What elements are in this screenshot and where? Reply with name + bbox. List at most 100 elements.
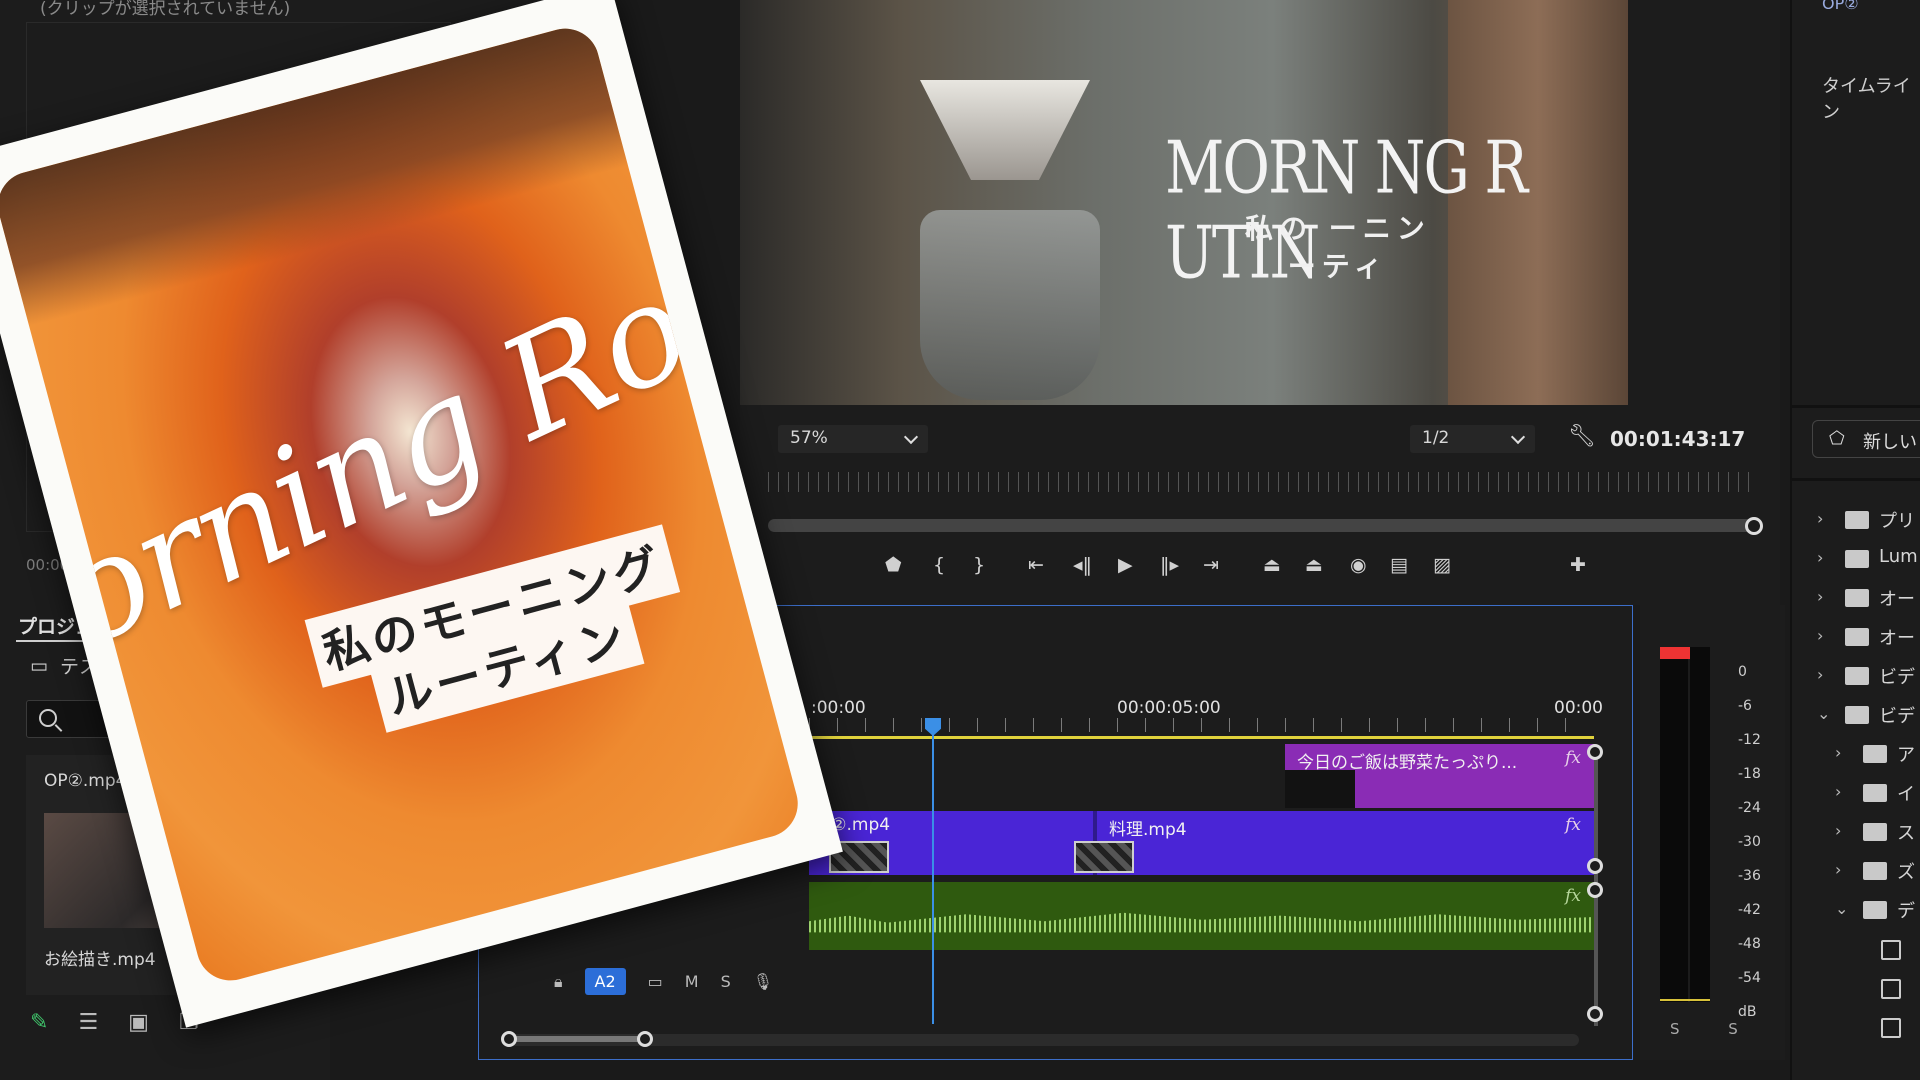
folder-icon [1863, 823, 1887, 841]
go-to-out-icon[interactable]: ⇥ [1203, 554, 1219, 576]
zoom-level-select[interactable]: 57% [778, 425, 928, 453]
timeline-ruler[interactable] [809, 718, 1569, 732]
meter-scale-label: -30 [1738, 834, 1761, 850]
zoom-handle-left[interactable] [501, 1031, 517, 1047]
chevron-icon[interactable]: ⌄ [1835, 899, 1848, 918]
new-item-button[interactable]: ⬠ 新しい [1812, 420, 1920, 458]
video-title-line: 私の ーニン [1245, 212, 1431, 245]
track-target-a2[interactable]: A2 [584, 968, 626, 995]
folder-label: オー [1879, 589, 1915, 610]
step-back-icon[interactable]: ◂‖ [1073, 554, 1092, 576]
chevron-icon[interactable]: › [1835, 860, 1841, 879]
peak-indicator [1660, 647, 1690, 659]
scroll-handle[interactable] [1587, 1006, 1603, 1022]
timeline-clip-v2[interactable]: P②.mp4 料理.mp4 fx [809, 811, 1595, 875]
timeline-clip-v3[interactable]: 今日のご飯は野菜たっぷり... fx [1285, 744, 1595, 808]
program-monitor: MORN NG R UTIN 私の ーニン ーティ 57% 1/2 🔧︎ 00:… [740, 0, 1780, 605]
chevron-icon[interactable]: › [1835, 782, 1841, 801]
extract-icon[interactable]: ⏏ [1305, 554, 1323, 576]
meter-channel-right [1690, 647, 1710, 1002]
scrub-handle[interactable] [1745, 517, 1763, 535]
scroll-range[interactable] [515, 1036, 643, 1042]
meter-scale-label: -18 [1738, 766, 1761, 782]
preset-icon [1881, 940, 1901, 960]
chevron-icon[interactable]: › [1817, 509, 1823, 528]
icon-view-icon[interactable]: ▣ [128, 1010, 149, 1035]
wrench-icon[interactable]: 🔧︎ [1568, 424, 1596, 449]
chevron-icon[interactable]: › [1817, 626, 1823, 645]
playhead-line[interactable] [932, 734, 934, 1024]
timeline-tc-mid: 00:00:05:00 [1117, 698, 1221, 718]
step-forward-icon[interactable]: ‖▸ [1160, 554, 1179, 576]
coffee-dripper-image [920, 80, 1090, 180]
panel-divider [1792, 405, 1920, 408]
list-view-icon[interactable]: ☰ [78, 1010, 98, 1035]
folder-icon [1845, 550, 1869, 568]
folder-label: ビデ [1879, 667, 1915, 688]
camera-icon[interactable]: ◉ [1350, 554, 1367, 576]
zoom-handle-right[interactable] [637, 1031, 653, 1047]
new-item-label: 新しい [1863, 432, 1917, 453]
timeline-audio-clip[interactable]: fx [809, 882, 1595, 950]
folder-icon [1845, 667, 1869, 685]
folder-label: デ [1897, 901, 1915, 922]
program-timecode[interactable]: 00:01:43:17 [1610, 427, 1745, 451]
lift-icon[interactable]: ⏏ [1263, 554, 1281, 576]
meter-channel-left [1660, 647, 1688, 1002]
coffee-server-image [920, 210, 1100, 400]
folder-icon [1863, 862, 1887, 880]
add-button-icon[interactable]: ✚ [1570, 554, 1586, 576]
folder-label: プリ [1879, 511, 1915, 532]
audio-waveform [809, 912, 1595, 933]
folder-label: Lum [1879, 546, 1918, 567]
scroll-handle[interactable] [1587, 858, 1603, 874]
safe-margins-icon[interactable]: ▨ [1433, 554, 1451, 576]
program-time-ruler[interactable] [768, 472, 1758, 492]
chevron-icon[interactable]: › [1817, 587, 1823, 606]
program-scrub-bar[interactable] [768, 519, 1753, 532]
pencil-icon[interactable]: ✎ [30, 1010, 48, 1035]
sync-lock-icon[interactable]: ▭ [648, 972, 663, 991]
scroll-handle[interactable] [1587, 744, 1603, 760]
chevron-icon[interactable]: › [1835, 821, 1841, 840]
folder-icon [1845, 589, 1869, 607]
search-icon [39, 709, 57, 727]
work-area-bar[interactable] [809, 736, 1594, 739]
marker-icon[interactable]: ⬟ [885, 554, 902, 576]
meter-scale-label: -48 [1738, 936, 1761, 952]
clip-thumbnail [1074, 841, 1134, 873]
clip-label: 料理.mp4 [1109, 820, 1187, 840]
mark-out-icon[interactable]: } [973, 554, 985, 576]
folder-label: ズ [1897, 862, 1915, 883]
fx-badge-icon: fx [1565, 886, 1581, 906]
horizontal-scrollbar[interactable] [509, 1034, 1579, 1046]
track-header-a2: 🔒︎ A2 ▭ M S 🎙︎ [554, 968, 773, 995]
comparison-view-icon[interactable]: ▤ [1390, 554, 1408, 576]
chevron-icon[interactable]: › [1817, 665, 1823, 684]
play-icon[interactable]: ▶ [1118, 554, 1133, 576]
project-toolbar: ✎ ☰ ▣ ❐ [30, 1010, 199, 1035]
scroll-handle[interactable] [1587, 882, 1603, 898]
go-to-in-icon[interactable]: ⇤ [1028, 554, 1044, 576]
folder-label: ビデ [1879, 706, 1915, 727]
mute-button[interactable]: M [685, 972, 699, 991]
clip-name: お絵描き.mp4 [44, 950, 156, 970]
clip-name: OP②.mp4 [44, 771, 127, 791]
no-clip-hint: (クリップが選択されていません) [40, 0, 291, 19]
video-title-japanese: 私の ーニン ーティ [1245, 210, 1431, 286]
meter-scale-label: -12 [1738, 732, 1761, 748]
solo-button[interactable]: S [721, 972, 731, 991]
timeline-tc-start: :00:00 [811, 698, 866, 718]
sequence-tab[interactable]: OP② [1822, 0, 1859, 13]
effects-panel: OP② タイムライン ⬠ 新しい › プリ › Lum › オー › オー › ビデ ⌄ ビデ › ア › イ… [1790, 0, 1920, 1080]
chevron-icon[interactable]: › [1835, 743, 1841, 762]
chevron-icon[interactable]: ⌄ [1817, 704, 1830, 723]
lock-icon[interactable]: 🔒︎ [554, 972, 563, 992]
mark-in-icon[interactable]: { [933, 554, 945, 576]
folder-label: イ [1897, 784, 1915, 805]
playback-resolution-select[interactable]: 1/2 [1410, 425, 1535, 453]
microphone-icon[interactable]: 🎙︎ [753, 972, 773, 991]
meter-solo-buttons[interactable]: S S [1670, 1020, 1760, 1038]
chevron-icon[interactable]: › [1817, 548, 1823, 567]
fx-badge-icon: fx [1565, 748, 1581, 768]
